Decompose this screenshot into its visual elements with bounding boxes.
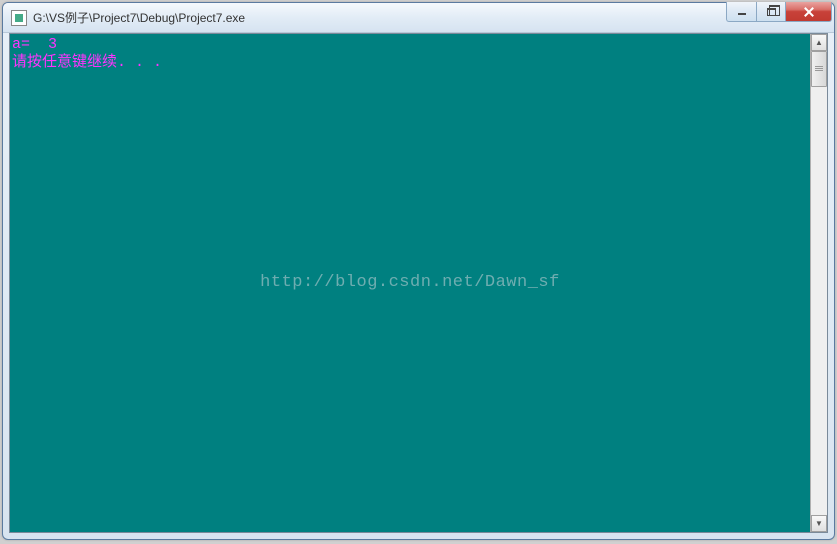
maximize-button[interactable] (756, 2, 786, 22)
window-controls (726, 2, 832, 22)
watermark-text: http://blog.csdn.net/Dawn_sf (260, 274, 560, 292)
chevron-down-icon: ▼ (815, 519, 823, 528)
window-title: G:\VS例子\Project7\Debug\Project7.exe (33, 9, 726, 26)
client-area: a= 3 请按任意键继续. . . http://blog.csdn.net/D… (9, 33, 828, 533)
minimize-icon (738, 13, 746, 15)
close-icon (803, 7, 815, 17)
minimize-button[interactable] (726, 2, 756, 22)
close-button[interactable] (786, 2, 832, 22)
scroll-down-button[interactable]: ▼ (811, 515, 827, 532)
console-line: 请按任意键继续. . . (12, 54, 808, 72)
chevron-up-icon: ▲ (815, 38, 823, 47)
titlebar[interactable]: G:\VS例子\Project7\Debug\Project7.exe (3, 3, 834, 33)
maximize-icon (767, 8, 776, 16)
application-window: G:\VS例子\Project7\Debug\Project7.exe a= 3… (2, 2, 835, 540)
scrollbar-track[interactable] (811, 51, 827, 515)
vertical-scrollbar[interactable]: ▲ ▼ (810, 34, 827, 532)
console-output[interactable]: a= 3 请按任意键继续. . . http://blog.csdn.net/D… (10, 34, 810, 532)
scrollbar-thumb[interactable] (811, 51, 827, 87)
scroll-up-button[interactable]: ▲ (811, 34, 827, 51)
console-line: a= 3 (12, 36, 808, 54)
app-icon (11, 10, 27, 26)
